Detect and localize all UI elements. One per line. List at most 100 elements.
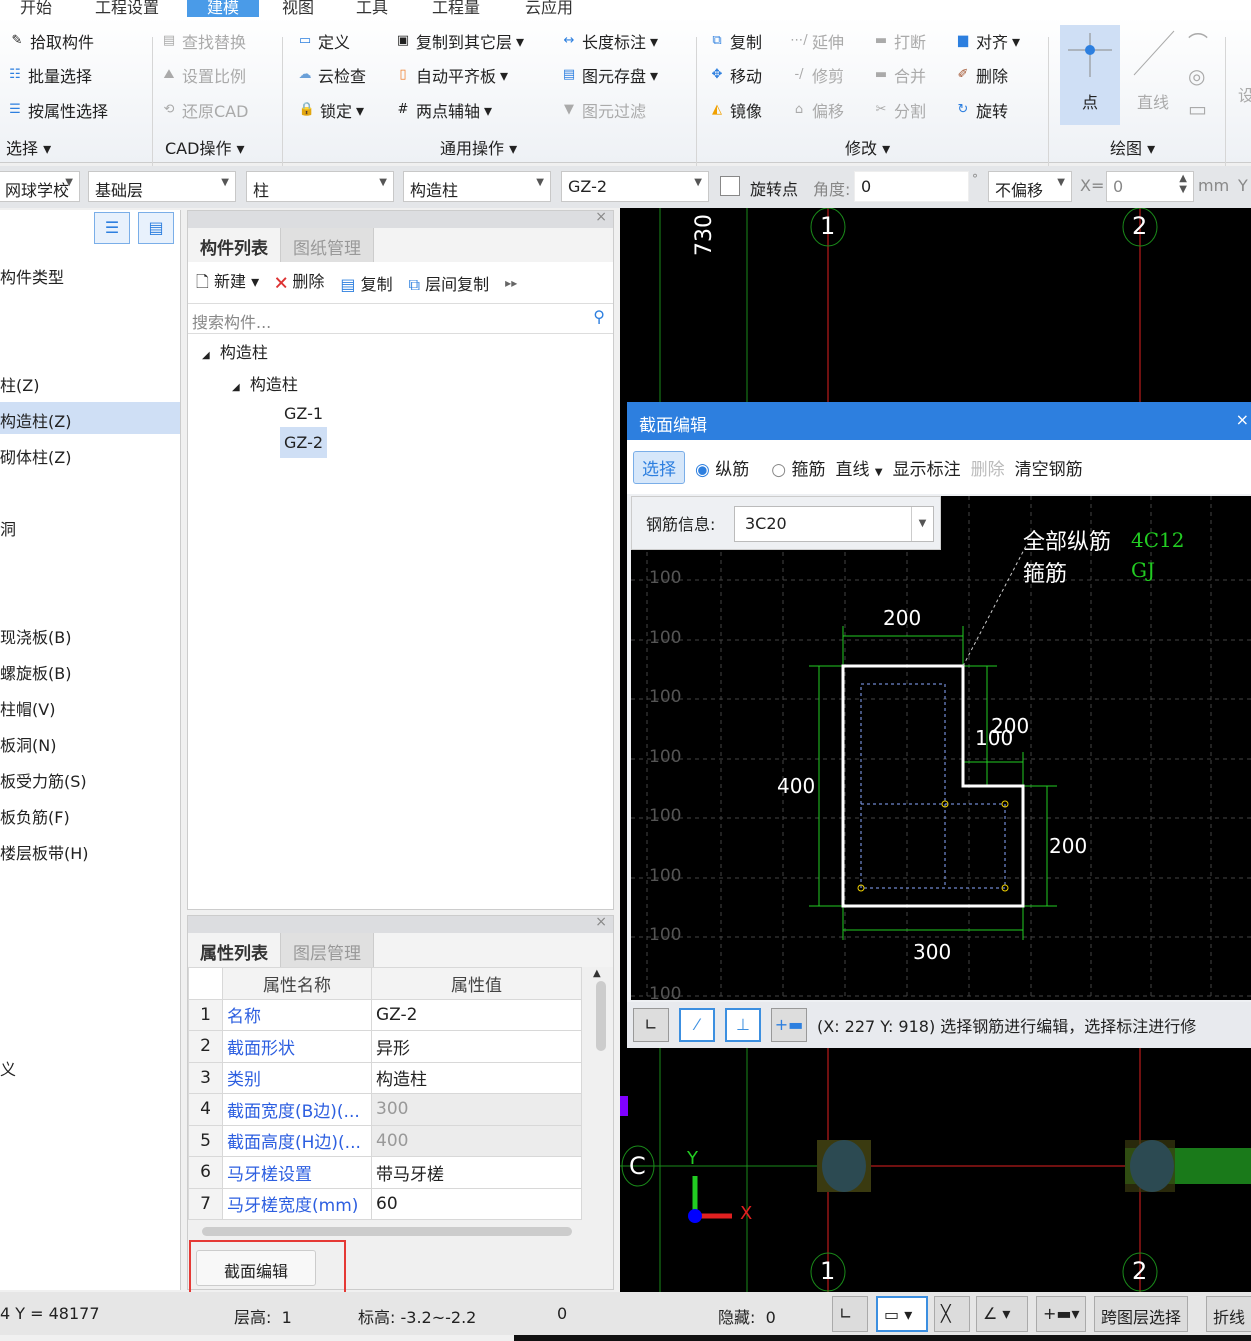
lock-button[interactable]: 🔒 锁定 ▾: [298, 98, 364, 122]
tab-layer-manage[interactable]: 图层管理: [281, 933, 374, 967]
delete-component-button[interactable]: 🗙 删除: [275, 268, 324, 298]
table-row[interactable]: 5 截面高度(H边)(... 400: [188, 1124, 582, 1157]
all-long-rebar-value[interactable]: 4C12: [1131, 528, 1184, 552]
extend-button[interactable]: ⋯/延伸: [790, 29, 844, 53]
left-item[interactable]: 板洞(N): [0, 732, 56, 756]
angle-icon[interactable]: ∠ ▾: [976, 1296, 1028, 1332]
cloud-check-button[interactable]: ☁ 云检查: [296, 63, 367, 87]
more-icon[interactable]: ▸▸: [505, 276, 517, 290]
offset-select[interactable]: 不偏移 ▼: [988, 171, 1072, 202]
tab-cloud[interactable]: 云应用: [525, 0, 573, 17]
draw-shapes[interactable]: ⌒ ◎ ▭: [1188, 27, 1208, 126]
cross-layer-select-button[interactable]: 跨图层选择: [1094, 1296, 1189, 1332]
cross-select-icon[interactable]: ╳: [934, 1296, 970, 1332]
x-input[interactable]: 0 ▲ ▼: [1106, 171, 1194, 202]
delete-button[interactable]: ✐ 删除: [954, 63, 1008, 87]
element-filter-button[interactable]: ▼ 图元过滤: [560, 98, 646, 122]
perpendicular-snap-icon[interactable]: ⊥: [725, 1008, 761, 1042]
define-button[interactable]: ▭ 定义: [296, 29, 350, 53]
group-draw[interactable]: 绘图 ▾: [1110, 135, 1155, 159]
tab-view[interactable]: 视图: [282, 0, 314, 17]
stirrup-value[interactable]: GJ: [1131, 558, 1155, 582]
rotate-point-checkbox[interactable]: [720, 176, 740, 196]
detail-view-icon[interactable]: ▤: [138, 212, 174, 244]
left-item[interactable]: 柱(Z): [0, 372, 39, 396]
angle-input[interactable]: 0: [854, 171, 969, 202]
left-item[interactable]: 板负筋(F): [0, 804, 70, 828]
ortho-icon[interactable]: ∟: [832, 1296, 868, 1332]
set-scale-button[interactable]: ⛰ 设置比例: [160, 63, 246, 87]
select-rect-icon[interactable]: ▭ ▾: [876, 1296, 928, 1332]
section-canvas[interactable]: 钢筋信息: 3C20 ▼ 全部纵筋 4C12 箍筋 GJ 200 100 200 …: [631, 496, 1251, 1004]
tree-node[interactable]: ◢ 构造柱: [232, 371, 298, 395]
table-row[interactable]: 1 名称 GZ-2: [188, 998, 582, 1031]
left-item[interactable]: 砌体柱(Z): [0, 444, 71, 468]
property-value[interactable]: GZ-2: [371, 998, 582, 1031]
search-input[interactable]: 搜索构件... ⚲: [188, 304, 613, 334]
show-dim-button[interactable]: 显示标注: [893, 455, 961, 480]
property-value[interactable]: 300: [371, 1093, 582, 1126]
dim-label[interactable]: 200: [991, 714, 1029, 738]
line-tool-button[interactable]: 直线 ▼: [836, 455, 883, 480]
mirror-button[interactable]: ◭ 镜像: [708, 98, 762, 122]
table-row[interactable]: 3 类别 构造柱: [188, 1061, 582, 1094]
group-modify[interactable]: 修改 ▾: [845, 135, 890, 159]
two-point-axis-button[interactable]: # 两点辅轴 ▾: [394, 98, 493, 122]
left-item[interactable]: 柱帽(V): [0, 696, 55, 720]
trim-button[interactable]: -/修剪: [790, 63, 844, 87]
clear-rebar-button[interactable]: 清空钢筋: [1015, 455, 1083, 480]
search-icon[interactable]: ⚲: [593, 307, 605, 326]
ortho-icon[interactable]: ∟: [633, 1008, 669, 1042]
tab-drawing-manage[interactable]: 图纸管理: [281, 228, 374, 262]
close-icon[interactable]: ×: [595, 209, 607, 225]
tree-leaf[interactable]: GZ-1: [280, 402, 327, 425]
rect-icon[interactable]: ▭: [1188, 93, 1208, 126]
circle-icon[interactable]: ◎: [1188, 60, 1208, 93]
length-dim-button[interactable]: ↔ 长度标注 ▾: [560, 29, 659, 53]
property-value[interactable]: 400: [371, 1124, 582, 1157]
left-item[interactable]: 义: [0, 1056, 16, 1080]
list-view-icon[interactable]: ☰: [94, 212, 130, 244]
long-rebar-radio[interactable]: ◉ 纵筋: [695, 455, 749, 480]
tab-property-list[interactable]: 属性列表: [188, 933, 281, 967]
new-button[interactable]: 🗋 新建 ▾: [196, 268, 259, 298]
close-icon[interactable]: ×: [595, 914, 607, 930]
left-item-selected[interactable]: 构造柱(Z): [0, 402, 180, 434]
tree-root[interactable]: ◢ 构造柱: [202, 339, 268, 363]
polyline-button[interactable]: 折线: [1206, 1296, 1251, 1332]
project-select[interactable]: 网球学校 ▼: [0, 171, 80, 202]
component-select[interactable]: GZ-2 ▼: [561, 171, 709, 202]
draw-line-button[interactable]: 直线: [1128, 25, 1178, 125]
offset-button[interactable]: ⌂ 偏移: [790, 98, 844, 122]
property-value[interactable]: 带马牙槎: [371, 1156, 582, 1189]
table-row[interactable]: 2 截面形状 异形: [188, 1030, 582, 1063]
dim-snap-icon[interactable]: +▬: [771, 1008, 807, 1042]
dim-label[interactable]: 200: [1049, 834, 1087, 858]
group-select[interactable]: 选择 ▾: [6, 135, 51, 159]
type-select[interactable]: 柱 ▼: [246, 171, 394, 202]
arc-icon[interactable]: ⌒: [1188, 27, 1208, 60]
dim-label[interactable]: 400: [777, 774, 815, 798]
dim-icon[interactable]: +▬▾: [1036, 1296, 1086, 1332]
tree-leaf-selected[interactable]: GZ-2: [280, 427, 328, 458]
align-button[interactable]: ▆ 对齐 ▾: [954, 29, 1020, 53]
auto-align-slab-button[interactable]: ▯ 自动平齐板 ▾: [394, 63, 508, 87]
property-value[interactable]: 60: [371, 1187, 582, 1220]
copy-to-floor-button[interactable]: ▣ 复制到其它层 ▾: [394, 29, 524, 53]
restore-cad-button[interactable]: ⟲ 还原CAD: [160, 98, 249, 122]
copy-component-button[interactable]: ▤ 复制: [340, 271, 392, 295]
midpoint-snap-icon[interactable]: ⁄: [679, 1008, 715, 1042]
vertical-scrollbar[interactable]: ▲: [593, 968, 609, 1218]
dim-label[interactable]: 200: [883, 606, 921, 630]
pick-component-button[interactable]: ✎ 拾取构件: [8, 29, 94, 53]
table-row[interactable]: 4 截面宽度(B边)(... 300: [188, 1093, 582, 1126]
left-item[interactable]: 构件类型: [0, 264, 64, 288]
left-item[interactable]: 楼层板带(H): [0, 840, 89, 864]
left-item[interactable]: 板受力筋(S): [0, 768, 87, 792]
tab-component-list[interactable]: 构件列表: [188, 228, 281, 262]
batch-select-button[interactable]: ☷ 批量选择: [6, 63, 92, 87]
find-replace-button[interactable]: ▤ 查找替换: [160, 29, 246, 53]
table-row[interactable]: 7 马牙槎宽度(mm) 60: [188, 1187, 582, 1220]
delete-rebar-button[interactable]: 删除: [971, 455, 1005, 480]
left-item[interactable]: 螺旋板(B): [0, 660, 71, 684]
